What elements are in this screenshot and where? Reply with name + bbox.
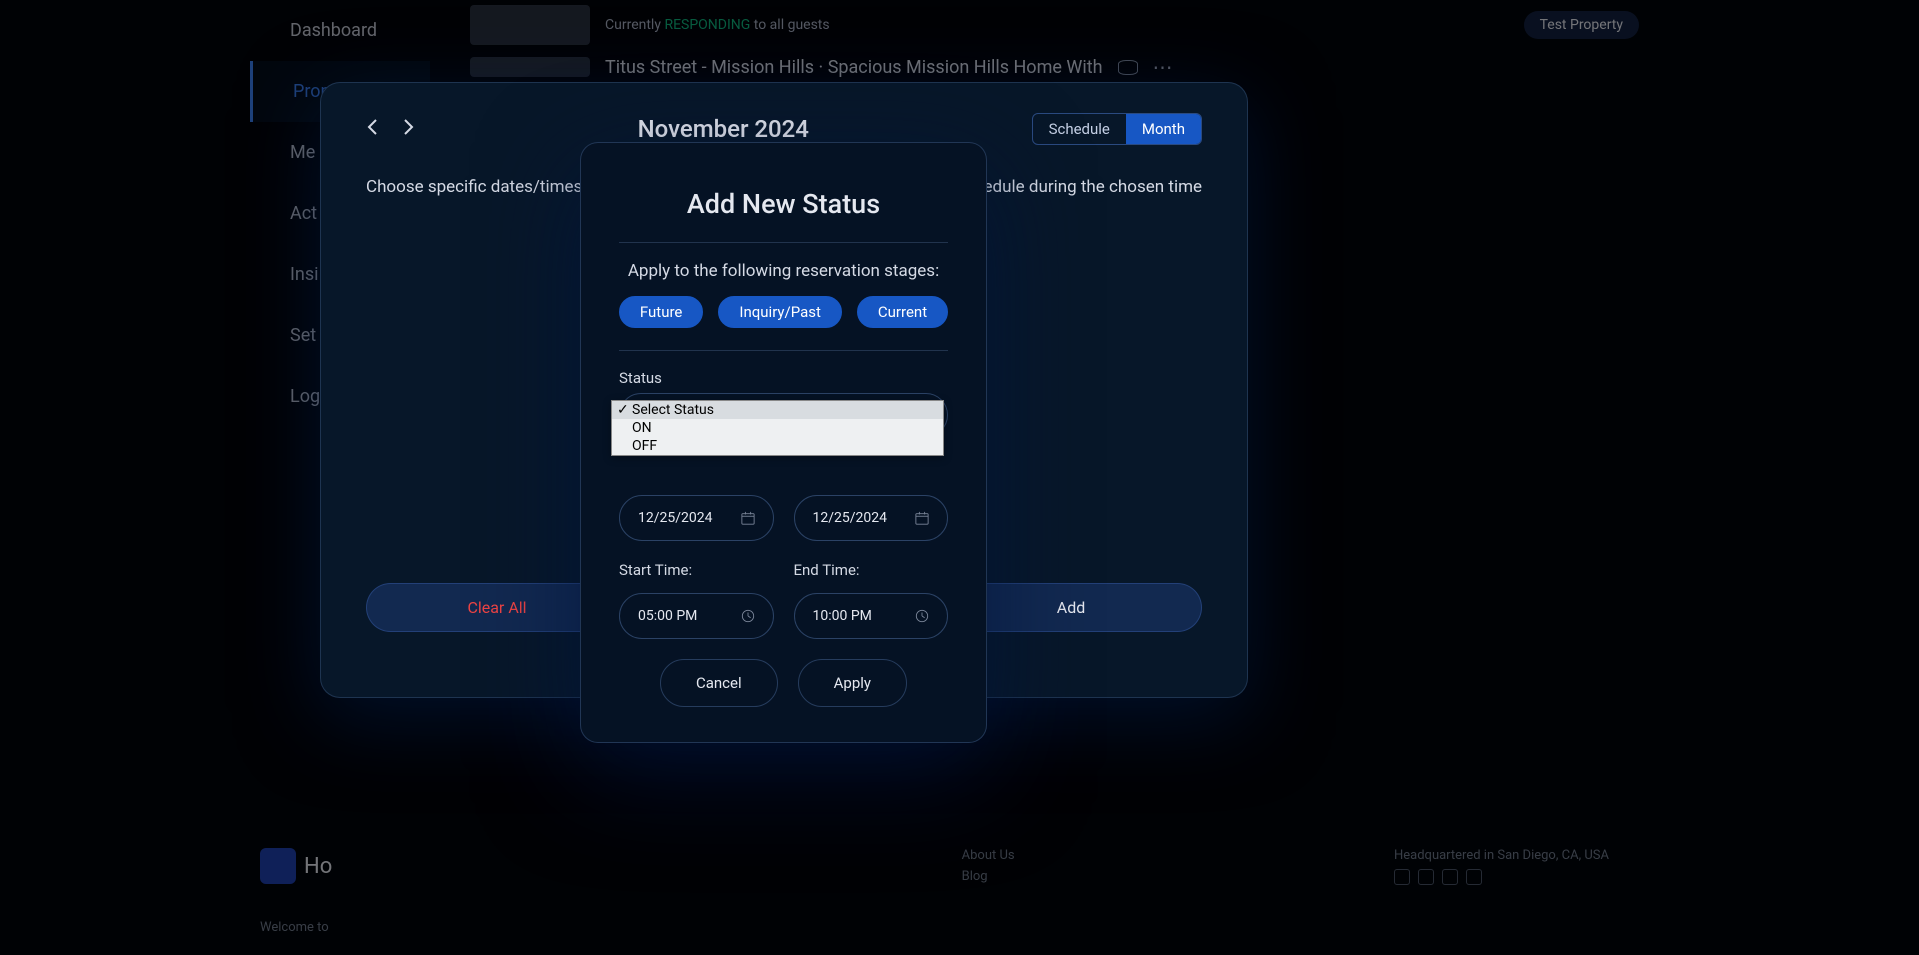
end-time-input[interactable]: 10:00 PM [794, 593, 949, 639]
calendar-month-title: November 2024 [638, 115, 809, 143]
property-card: Currently RESPONDING to all guests Test … [450, 0, 1659, 50]
end-date-input[interactable]: 12/25/2024 [794, 495, 949, 541]
start-date-input[interactable]: 12/25/2024 [619, 495, 774, 541]
property-status-text: Currently RESPONDING to all guests [605, 17, 1509, 33]
add-status-modal: Add New Status Apply to the following re… [580, 142, 987, 743]
stage-pill-inquiry[interactable]: Inquiry/Past [718, 296, 842, 328]
calendar-icon [915, 511, 929, 525]
footer-link-blog[interactable]: Blog [962, 869, 1015, 884]
sidebar-item-dashboard[interactable]: Dashboard [250, 0, 430, 61]
db-icon[interactable] [1118, 60, 1138, 75]
next-month-icon[interactable] [403, 118, 415, 141]
clock-icon [915, 609, 929, 623]
apply-button[interactable]: Apply [798, 659, 907, 707]
status-option-on[interactable]: ON [612, 419, 943, 437]
divider [619, 242, 948, 243]
clock-icon [741, 609, 755, 623]
stage-pill-current[interactable]: Current [857, 296, 948, 328]
property-thumbnail [470, 5, 590, 45]
end-time-label: End Time: [794, 561, 949, 579]
instagram-icon[interactable] [1394, 869, 1410, 885]
brand-icon [260, 848, 296, 884]
footer: Ho Welcome to About Us Blog Headquartere… [250, 828, 1619, 955]
property-title: Titus Street - Mission Hills · Spacious … [605, 57, 1103, 78]
status-option-select[interactable]: Select Status [612, 401, 943, 419]
start-time-label: Start Time: [619, 561, 774, 579]
view-month-tab[interactable]: Month [1126, 114, 1201, 144]
facebook-icon[interactable] [1466, 869, 1482, 885]
linkedin-icon[interactable] [1418, 869, 1434, 885]
prev-month-icon[interactable] [366, 118, 378, 141]
view-schedule-tab[interactable]: Schedule [1033, 114, 1126, 144]
test-property-button[interactable]: Test Property [1524, 11, 1639, 39]
welcome-text: Welcome to [260, 920, 332, 935]
property-card: Titus Street - Mission Hills · Spacious … [450, 50, 1659, 84]
more-icon[interactable]: ⋯ [1153, 55, 1173, 79]
start-time-input[interactable]: 05:00 PM [619, 593, 774, 639]
modal-title: Add New Status [619, 188, 948, 220]
divider [619, 350, 948, 351]
property-thumbnail [470, 57, 590, 77]
youtube-icon[interactable] [1442, 869, 1458, 885]
stages-label: Apply to the following reservation stage… [619, 261, 948, 281]
calendar-icon [741, 511, 755, 525]
footer-hq: Headquartered in San Diego, CA, USA [1394, 848, 1609, 863]
brand-name: Ho [304, 854, 332, 879]
status-option-off[interactable]: OFF [612, 437, 943, 455]
footer-link-about[interactable]: About Us [962, 848, 1015, 863]
status-field-label: Status [619, 369, 948, 387]
status-dropdown-list: Select Status ON OFF [611, 400, 944, 456]
stage-pill-future[interactable]: Future [619, 296, 703, 328]
cancel-button[interactable]: Cancel [660, 659, 778, 707]
view-toggle: Schedule Month [1032, 113, 1202, 145]
